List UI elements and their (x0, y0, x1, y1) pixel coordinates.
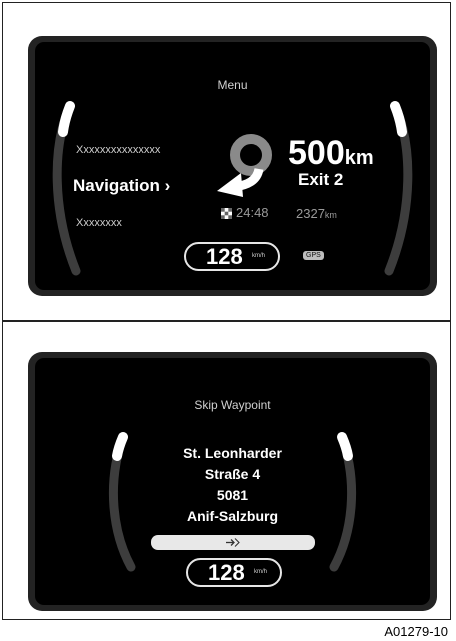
arrival-time: 24:48 (236, 205, 269, 220)
dashboard-display-navigation: Menu Xxxxxxxxxxxxxxx Navigation › Xxxxxx… (28, 36, 437, 296)
skip-waypoint-button[interactable] (151, 535, 315, 550)
address-line-3: 5081 (216, 487, 249, 503)
menu-item-below[interactable]: Xxxxxxxx (76, 217, 122, 229)
figure-reference: A01279-10 (384, 624, 448, 639)
maneuver-label: Exit 2 (298, 170, 344, 189)
menu-item-above[interactable]: Xxxxxxxxxxxxxxx (76, 144, 160, 156)
skip-waypoint-icon (226, 538, 240, 547)
remaining-distance-value: 2327 (296, 206, 325, 221)
checkered-flag-icon (221, 208, 232, 219)
speed-display: 128 km/h (186, 558, 282, 587)
waypoint-title: Skip Waypoint (194, 398, 271, 412)
gps-badge: GPS (303, 251, 324, 260)
remaining-distance: 2327km (296, 205, 337, 223)
figure-divider (2, 320, 451, 322)
dashboard-display-skip-waypoint: Skip Waypoint St. Leonharder Straße 4 50… (28, 352, 437, 611)
distance-unit: km (344, 147, 374, 169)
address-line-4: Anif-Salzburg (187, 508, 278, 524)
roundabout-exit-arrow-icon (217, 134, 272, 197)
speed-unit: km/h (252, 253, 266, 259)
menu-item-navigation[interactable]: Navigation › (73, 176, 170, 196)
distance-readout: 500km (288, 134, 374, 173)
menu-title: Menu (217, 78, 248, 92)
menu-item-navigation-label: Navigation (73, 176, 160, 195)
speed-unit: km/h (254, 569, 268, 575)
distance-value: 500 (288, 134, 345, 172)
address-line-2: Straße 4 (204, 466, 261, 482)
chevron-right-icon: › (164, 176, 171, 195)
address-line-1: St. Leonharder (183, 445, 282, 461)
speed-value: 128 (206, 244, 243, 269)
speed-display: 128 km/h (184, 242, 280, 271)
remaining-distance-unit: km (324, 210, 337, 220)
speed-value: 128 (208, 560, 245, 585)
